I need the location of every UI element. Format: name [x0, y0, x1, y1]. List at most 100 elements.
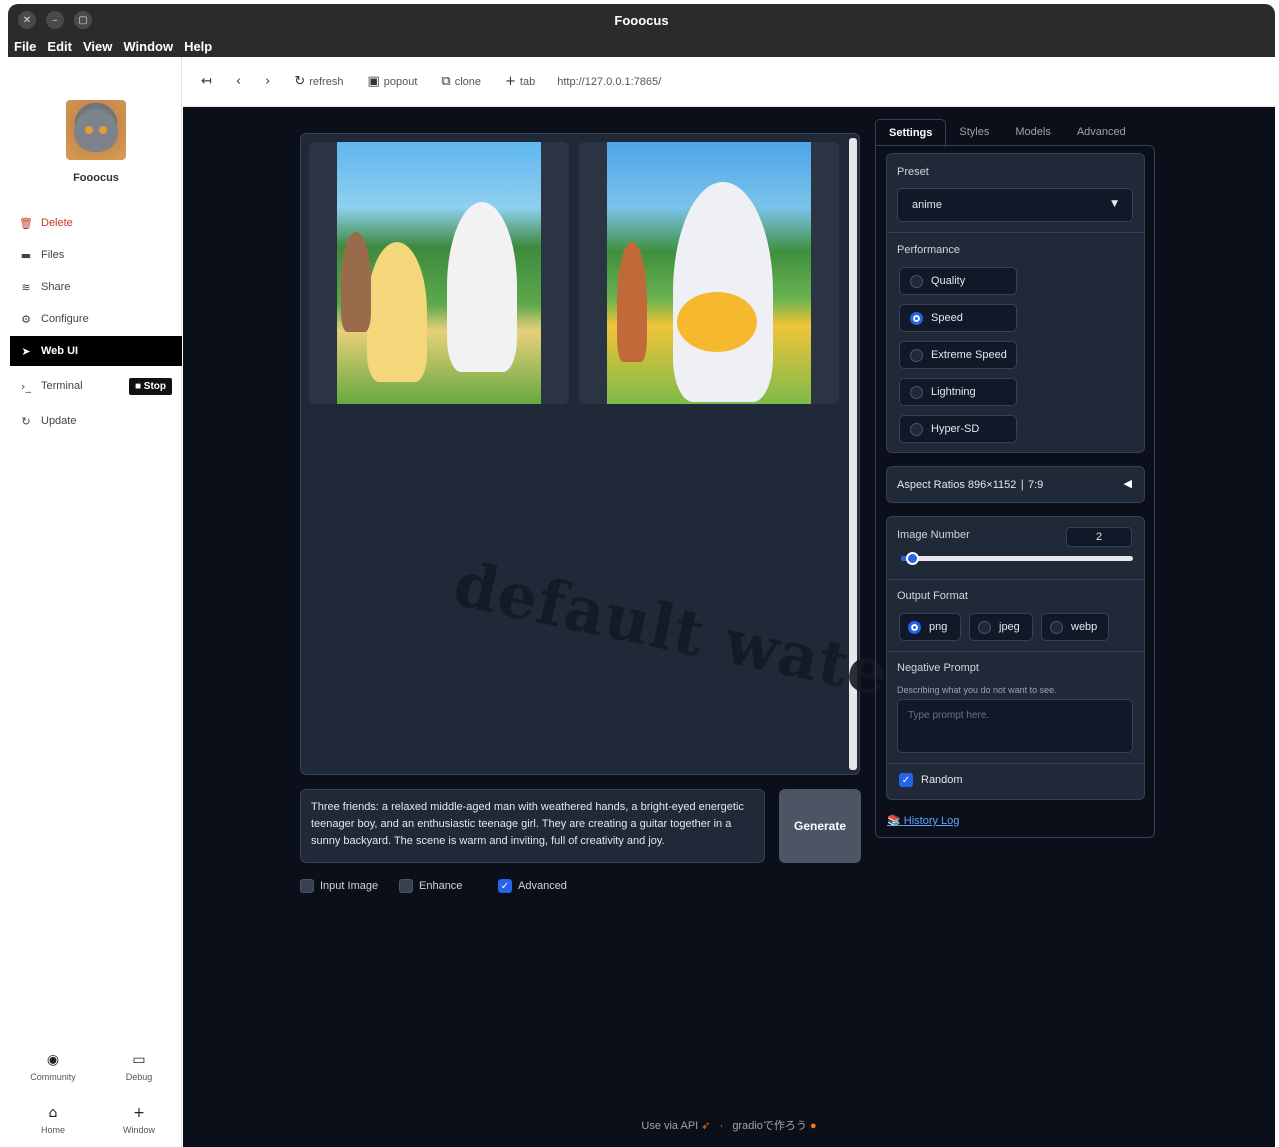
- preset-dropdown[interactable]: anime ▼: [897, 188, 1133, 222]
- tab-models[interactable]: Models: [1002, 119, 1063, 147]
- random-seed-checkbox[interactable]: ✓ Random: [899, 773, 963, 787]
- gallery-scrollbar[interactable]: [849, 138, 857, 770]
- gallery-image-1[interactable]: [309, 142, 569, 404]
- negative-prompt-description: Describing what you do not want to see.: [897, 685, 1057, 695]
- slider-handle[interactable]: [905, 552, 919, 565]
- app-name: Fooocus: [73, 172, 119, 184]
- image-number-label: Image Number: [897, 529, 970, 541]
- tab-styles[interactable]: Styles: [946, 119, 1002, 147]
- use-via-api-link[interactable]: Use via API: [641, 1120, 698, 1132]
- gradio-logo-icon: ●: [809, 1120, 817, 1132]
- gradio-link[interactable]: gradioで作ろう: [732, 1120, 807, 1132]
- image-number-input[interactable]: 2: [1066, 527, 1132, 547]
- menu-bar: File Edit View Window Help: [8, 36, 1275, 57]
- performance-label: Performance: [897, 244, 960, 256]
- minimize-icon[interactable]: –: [46, 11, 64, 29]
- url-display[interactable]: http://127.0.0.1:7865/: [557, 76, 661, 88]
- globe-icon: ◉: [46, 1052, 60, 1068]
- preset-performance-card: Preset anime ▼ Performance Quality Speed…: [886, 153, 1145, 453]
- sidebar-item-delete[interactable]: 🗑 Delete: [10, 208, 182, 238]
- plus-icon: +: [133, 1105, 145, 1121]
- menu-view[interactable]: View: [83, 39, 112, 54]
- output-gallery: [300, 133, 860, 775]
- aspect-ratio-label: Aspect Ratios 896×1152 ∣ 7:9: [897, 479, 1044, 491]
- image-number-slider[interactable]: [901, 552, 1133, 565]
- new-window-button[interactable]: + Window: [96, 1105, 182, 1135]
- menu-help[interactable]: Help: [184, 39, 212, 54]
- input-image-checkbox[interactable]: Input Image: [300, 879, 378, 893]
- home-button[interactable]: ⌂ Home: [10, 1105, 96, 1135]
- clone-button[interactable]: ⧉ clone: [433, 74, 489, 89]
- menu-window[interactable]: Window: [123, 39, 173, 54]
- settings-tabs: Settings Styles Models Advanced: [875, 119, 1155, 147]
- prompt-input[interactable]: Three friends: a relaxed middle-aged man…: [300, 789, 765, 863]
- sidebar-item-webui[interactable]: ➤ Web UI: [10, 336, 182, 366]
- chevron-left-icon: ‹: [235, 74, 242, 89]
- performance-lightning[interactable]: Lightning: [899, 378, 1017, 406]
- chevron-down-icon: ▼: [1111, 199, 1118, 209]
- exit-icon: ↤: [201, 74, 212, 89]
- exit-button[interactable]: ↤: [193, 74, 220, 89]
- chevron-right-icon: ›: [265, 74, 271, 89]
- performance-hyper-sd[interactable]: Hyper-SD: [899, 415, 1017, 443]
- title-bar: ✕ – ▢ Fooocus: [8, 4, 1275, 36]
- performance-extreme-speed[interactable]: Extreme Speed: [899, 341, 1017, 369]
- gear-icon: ⚙: [21, 312, 31, 326]
- check-icon[interactable]: ✓: [899, 773, 913, 787]
- generate-button[interactable]: Generate: [779, 789, 861, 863]
- refresh-button[interactable]: ↻ refresh: [286, 74, 351, 89]
- fooocus-app: default watermark Three friends: a relax…: [183, 107, 1275, 1147]
- browser-toolbar: ↤ ‹ › ↻ refresh ▣ popout ⧉ clone + tab http:…: [183, 57, 1275, 107]
- maximize-icon[interactable]: ▢: [74, 11, 92, 29]
- rocket-icon: ➶: [701, 1120, 711, 1132]
- performance-speed[interactable]: Speed: [899, 304, 1017, 332]
- rocket-icon: ➤: [21, 344, 31, 358]
- app-avatar: [66, 100, 126, 160]
- format-jpeg[interactable]: jpeg: [969, 613, 1033, 641]
- sidebar-item-configure[interactable]: ⚙ Configure: [10, 304, 182, 334]
- close-icon[interactable]: ✕: [18, 11, 36, 29]
- generation-options-card: Image Number 2 Output Format png jpeg we…: [886, 516, 1145, 800]
- check-icon[interactable]: ✓: [498, 879, 512, 893]
- menu-file[interactable]: File: [14, 39, 36, 54]
- monitor-icon: ▭: [132, 1052, 146, 1068]
- popout-icon: ▣: [367, 74, 380, 89]
- sidebar-item-share[interactable]: ≋ Share: [10, 272, 182, 302]
- refresh-icon: ↻: [294, 74, 306, 89]
- aspect-ratio-accordion[interactable]: Aspect Ratios 896×1152 ∣ 7:9 ◀: [886, 466, 1145, 503]
- collapse-triangle-icon[interactable]: ◀: [1124, 477, 1132, 490]
- sidebar-item-update[interactable]: ↻ Update: [10, 406, 182, 436]
- sidebar-item-terminal[interactable]: ›_ Terminal ■ Stop: [10, 371, 182, 401]
- window-title: Fooocus: [614, 12, 669, 28]
- gallery-image-2[interactable]: [579, 142, 839, 404]
- output-format-label: Output Format: [897, 590, 968, 602]
- plus-icon: +: [505, 74, 516, 89]
- popout-button[interactable]: ▣ popout: [359, 74, 425, 89]
- menu-edit[interactable]: Edit: [47, 39, 72, 54]
- folder-icon: ▬: [20, 248, 32, 262]
- format-webp[interactable]: webp: [1041, 613, 1109, 641]
- tab-settings[interactable]: Settings: [875, 119, 947, 147]
- tab-advanced[interactable]: Advanced: [1064, 119, 1139, 147]
- terminal-icon: ›_: [21, 379, 31, 393]
- back-button[interactable]: ‹: [228, 74, 249, 89]
- new-tab-button[interactable]: + tab: [497, 74, 543, 89]
- community-button[interactable]: ◉ Community: [10, 1052, 96, 1082]
- debug-button[interactable]: ▭ Debug: [96, 1052, 182, 1082]
- footer: Use via API ➶ · gradioで作ろう ●: [641, 1120, 817, 1132]
- refresh-icon: ↻: [21, 414, 31, 428]
- performance-quality[interactable]: Quality: [899, 267, 1017, 295]
- home-icon: ⌂: [48, 1105, 58, 1121]
- trash-icon: 🗑: [19, 216, 33, 230]
- enhance-checkbox[interactable]: Enhance: [399, 879, 462, 893]
- books-icon: 📚: [887, 815, 901, 827]
- advanced-checkbox[interactable]: ✓ Advanced: [498, 879, 567, 893]
- forward-button[interactable]: ›: [257, 74, 278, 89]
- history-log-link[interactable]: 📚 History Log: [887, 814, 959, 827]
- format-png[interactable]: png: [899, 613, 961, 641]
- sidebar: Fooocus 🗑 Delete ▬ Files ≋ Share ⚙ Confi…: [10, 57, 182, 1147]
- stop-button[interactable]: ■ Stop: [128, 377, 172, 395]
- negative-prompt-input[interactable]: Type prompt here.: [897, 699, 1133, 753]
- copy-icon: ⧉: [441, 74, 451, 89]
- sidebar-item-files[interactable]: ▬ Files: [10, 240, 182, 270]
